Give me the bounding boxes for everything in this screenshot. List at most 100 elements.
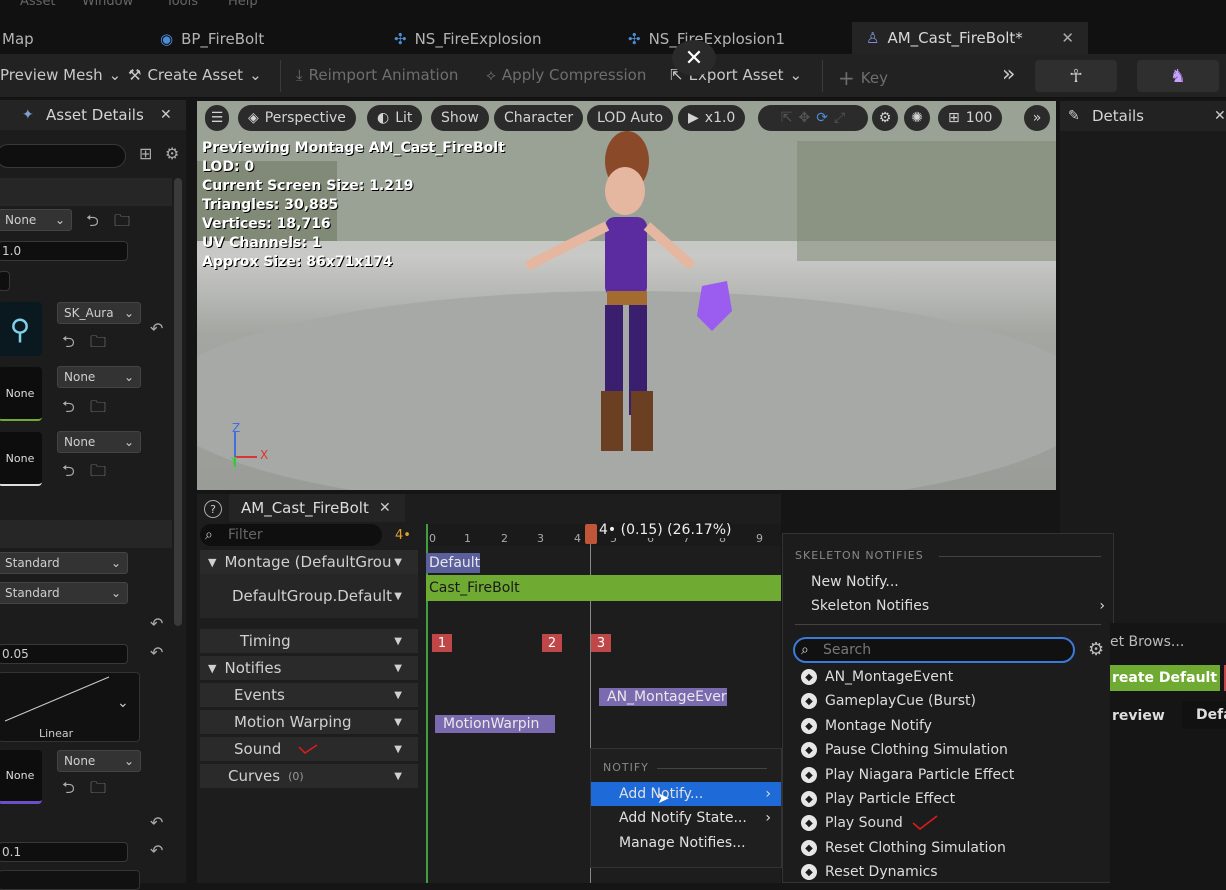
dropdown-arrow-icon[interactable]: ▼ (394, 557, 402, 568)
menu-asset[interactable]: Asset (20, 0, 56, 9)
value-field[interactable]: 0.1 (0, 842, 128, 862)
timing-marker[interactable]: 2 (542, 634, 562, 652)
asset-browser-tab[interactable]: et Brows... (1110, 634, 1184, 650)
reset-icon[interactable]: ↶ (150, 319, 163, 338)
montage-segment[interactable]: Cast_FireBolt (426, 575, 781, 601)
menu-help[interactable]: Help (228, 0, 258, 9)
track-motion-warping[interactable]: Motion Warping ▼ (200, 710, 418, 734)
blend-time-field[interactable]: 0.05 (0, 644, 128, 664)
skeleton-mode-button[interactable]: ☥ (1035, 60, 1117, 92)
menu-item-new-notify[interactable]: New Notify... (811, 570, 899, 594)
notify-search-input[interactable]: ⌕ Search (793, 637, 1075, 663)
toolbar-overflow-icon[interactable]: » (1002, 62, 1015, 87)
lit-button[interactable]: ◐ Lit (367, 105, 423, 131)
menu-item-notify[interactable]: ◆ Reset Clothing Simulation (801, 836, 1006, 860)
track-timing[interactable]: Timing ▼ (200, 629, 418, 653)
playback-speed-button[interactable]: ▶ x1.0 (678, 105, 746, 131)
asset-thumbnail[interactable]: None (0, 432, 42, 486)
section-header[interactable] (0, 520, 172, 548)
preview-mesh-button[interactable]: Preview Mesh ⌄ (0, 66, 121, 84)
lod-button[interactable]: LOD Auto (587, 105, 674, 131)
reset-icon[interactable]: ↶ (150, 643, 163, 662)
notify-motion-warping[interactable]: MotionWarpin (435, 715, 555, 733)
blend-curve-preview[interactable]: Linear ⌄ (0, 672, 140, 742)
menu-item-notify[interactable]: ◆ GameplayCue (Burst) (801, 689, 976, 713)
menu-item-notify[interactable]: ◆ Pause Clothing Simulation (801, 738, 1008, 762)
tab-bp-firebolt[interactable]: ◉ BP_FireBolt (160, 24, 264, 54)
browse-back-icon[interactable]: ⮌ (86, 210, 99, 237)
show-button[interactable]: Show (431, 105, 489, 131)
close-overlay-button[interactable]: ✕ (672, 40, 716, 76)
asset-dropdown[interactable]: None ⌄ (57, 366, 141, 388)
reimport-animation-button[interactable]: ⤓ Reimport Animation (296, 66, 458, 84)
viewport-menu-button[interactable]: ☰ (205, 105, 229, 131)
physics-tool-button[interactable]: ✺ (904, 105, 930, 131)
details-search-input[interactable] (0, 144, 126, 168)
browse-back-icon[interactable]: ⮌ (62, 460, 75, 487)
menu-tools[interactable]: Tools (166, 0, 198, 9)
track-montage[interactable]: ▼ Montage (DefaultGrou ▼ (200, 550, 418, 574)
rate-scale-field[interactable]: 1.0 (0, 241, 128, 261)
playhead-handle[interactable] (585, 524, 597, 544)
help-icon[interactable]: ? (204, 500, 222, 518)
apply-compression-button[interactable]: ⟡ Apply Compression (486, 66, 646, 84)
browse-back-icon[interactable]: ⮌ (62, 777, 75, 804)
browse-folder-icon[interactable]: 🗀 (90, 460, 106, 487)
skeletal-mesh-thumbnail[interactable]: ⚲ (0, 302, 42, 356)
dropdown-arrow-icon[interactable]: ▼ (394, 771, 402, 782)
menu-item-add-notify[interactable]: Add Notify... › (591, 782, 781, 806)
slot-dropdown[interactable]: None ⌄ (0, 209, 72, 231)
scrollbar[interactable] (174, 178, 182, 626)
menu-item-notify[interactable]: ◆ AN_MontageEvent (801, 665, 953, 689)
close-panel-icon[interactable]: ✕ (1214, 108, 1226, 124)
dropdown-arrow-icon[interactable]: ▼ (394, 744, 402, 755)
montage-section-default[interactable]: Default (426, 553, 480, 573)
blend-out-dropdown[interactable]: Standard ⌄ (0, 582, 128, 604)
table-view-icon[interactable]: ⊞ (139, 144, 152, 163)
tab-map[interactable]: Map (2, 24, 34, 54)
reset-icon[interactable]: ↶ (150, 614, 163, 633)
track-notifies[interactable]: ▼ Notifies ▼ (200, 656, 418, 680)
browse-back-icon[interactable]: ⮌ (62, 396, 75, 423)
blend-in-dropdown[interactable]: Standard ⌄ (0, 552, 128, 574)
browse-back-icon[interactable]: ⮌ (62, 331, 75, 358)
preview-label[interactable]: review (1112, 708, 1165, 724)
perspective-button[interactable]: ◈ Perspective (238, 105, 356, 131)
track-events[interactable]: Events ▼ (200, 683, 418, 707)
menu-item-play-sound[interactable]: ◆ Play Sound (801, 811, 941, 835)
timing-marker[interactable]: 3 (591, 634, 611, 652)
curve-preview[interactable] (0, 870, 140, 890)
gear-icon[interactable]: ⚙ (1088, 639, 1104, 660)
reset-icon[interactable]: ↶ (150, 813, 163, 832)
close-panel-icon[interactable]: ✕ (160, 107, 172, 123)
close-tab-icon[interactable]: ✕ (1061, 29, 1074, 47)
animation-mode-button[interactable]: ♞ (1137, 60, 1219, 92)
dropdown-arrow-icon[interactable]: ▼ (394, 717, 402, 728)
key-button[interactable]: + Key (838, 66, 888, 90)
notify-an-montage-event[interactable]: AN_MontageEver (599, 688, 727, 706)
asset-dropdown[interactable]: None ⌄ (57, 431, 141, 453)
viewport-overflow-button[interactable]: » (1024, 105, 1050, 131)
tab-am-cast-firebolt[interactable]: ♙ AM_Cast_FireBolt* ✕ (852, 22, 1088, 54)
timeline-tab[interactable]: AM_Cast_FireBolt ✕ (229, 494, 405, 522)
menu-item-notify[interactable]: ◆ Reset Dynamics (801, 860, 938, 884)
section-header[interactable] (0, 178, 172, 206)
menu-item-manage-notifies[interactable]: Manage Notifies... (591, 831, 781, 855)
asset-thumbnail[interactable]: None (0, 750, 42, 804)
gear-icon[interactable]: ⚙ (165, 144, 179, 163)
character-button[interactable]: Character (494, 105, 584, 131)
menu-item-skeleton-notifies[interactable]: Skeleton Notifies › (811, 594, 1105, 618)
asset-dropdown[interactable]: None ⌄ (57, 750, 141, 772)
menu-item-notify[interactable]: ◆ Play Particle Effect (801, 787, 955, 811)
track-curves[interactable]: Curves (0) ▼ (200, 764, 418, 788)
menu-window[interactable]: Window (82, 0, 133, 9)
create-asset-button[interactable]: ⚒ Create Asset ⌄ (128, 66, 262, 84)
browse-folder-icon[interactable]: 🗀 (90, 396, 106, 423)
create-default-button[interactable]: reate Default (1110, 665, 1220, 691)
default-field[interactable]: Defa (1182, 701, 1226, 729)
menu-item-add-notify-state[interactable]: Add Notify State... › (591, 806, 781, 830)
reset-icon[interactable]: ↶ (150, 841, 163, 860)
track-sound[interactable]: Sound ▼ (200, 737, 418, 761)
dropdown-arrow-icon[interactable]: ▼ (394, 591, 402, 602)
timing-marker[interactable]: 1 (432, 634, 452, 652)
